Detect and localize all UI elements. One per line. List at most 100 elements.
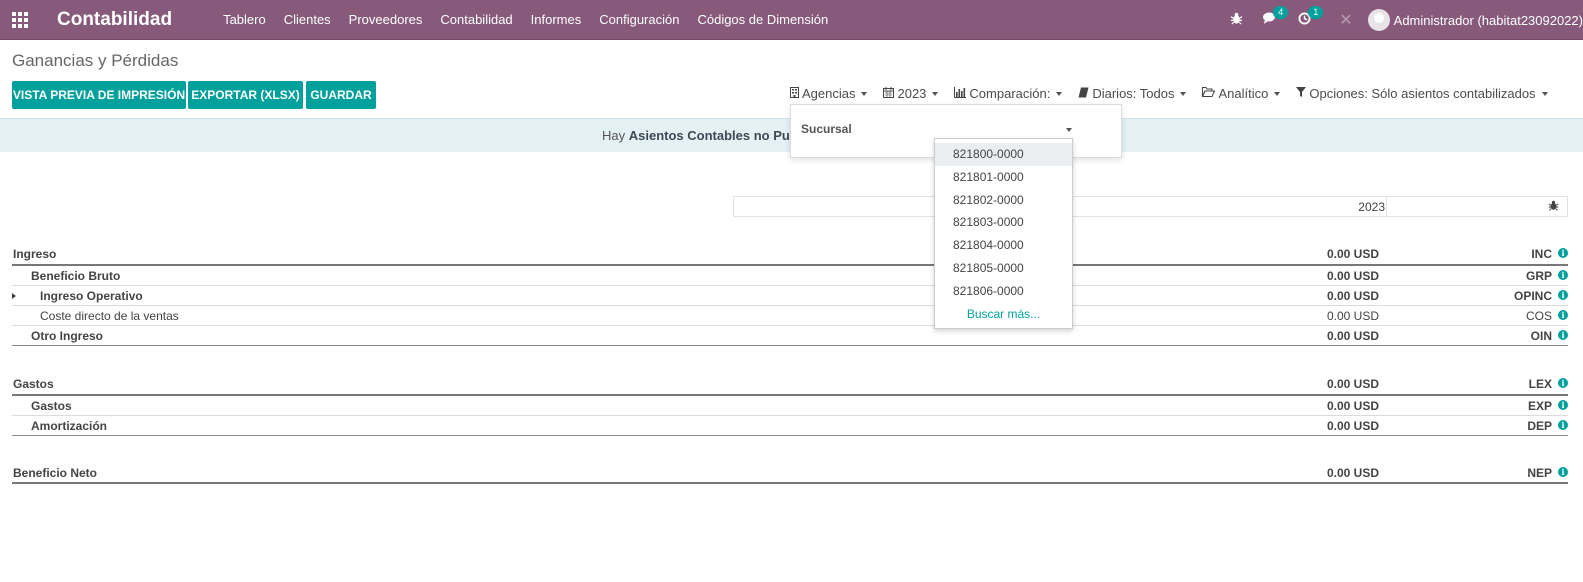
report-row-ingreso[interactable]: Ingreso 0.00 USD INC i xyxy=(12,244,1568,266)
dropdown-option[interactable]: 821802-0000 xyxy=(935,189,1072,212)
dropdown-option[interactable]: 821805-0000 xyxy=(935,257,1072,280)
search-more-link[interactable]: Buscar más... xyxy=(935,303,1072,325)
top-navbar: Contabilidad Tablero Clientes Proveedore… xyxy=(0,0,1583,40)
filter-analytic-label: Analítico xyxy=(1218,86,1269,101)
main-menu: Tablero Clientes Proveedores Contabilida… xyxy=(214,12,837,27)
row-label: Beneficio Neto xyxy=(13,466,98,480)
menu-item-informes[interactable]: Informes xyxy=(522,12,591,27)
report-row-gastos[interactable]: Gastos 0.00 USD EXP i xyxy=(12,396,1568,416)
app-title[interactable]: Contabilidad xyxy=(57,9,172,31)
comments-icon[interactable]: 4 xyxy=(1263,6,1289,28)
menu-item-contabilidad[interactable]: Contabilidad xyxy=(431,12,521,27)
report-row-ingreso-operativo[interactable]: Ingreso Operativo 0.00 USD OPINC i xyxy=(12,286,1568,306)
dropdown-option[interactable]: 821806-0000 xyxy=(935,280,1072,303)
menu-item-clientes[interactable]: Clientes xyxy=(275,12,340,27)
row-code: NEP xyxy=(1527,466,1552,480)
report-row-beneficio-neto[interactable]: Beneficio Neto 0.00 USD NEP i xyxy=(12,463,1568,484)
bug-icon[interactable] xyxy=(1230,12,1243,28)
alert-prefix: Hay xyxy=(602,128,629,143)
info-circle-icon[interactable]: i xyxy=(1558,467,1568,477)
save-button[interactable]: GUARDAR xyxy=(306,81,376,109)
caret-right-icon[interactable] xyxy=(12,293,16,299)
row-label: Ingreso xyxy=(13,247,57,261)
messages-badge: 4 xyxy=(1273,6,1289,19)
filter-options-label: Opciones: Sólo asientos contabilizados xyxy=(1309,86,1536,101)
branch-autocomplete-dropdown: 821800-0000 821801-0000 821802-0000 8218… xyxy=(934,138,1073,329)
filter-comparison-label: Comparación: xyxy=(969,86,1051,101)
report-filters: Agencias 2023 Comparación: Diarios: Todo… xyxy=(790,86,1564,101)
row-amount: 0.00 USD xyxy=(1326,399,1379,413)
user-menu[interactable]: Administrador (habitat23092022) xyxy=(1394,13,1583,28)
info-circle-icon[interactable]: i xyxy=(1558,378,1568,388)
menu-item-configuracion[interactable]: Configuración xyxy=(590,12,688,27)
menu-item-proveedores[interactable]: Proveedores xyxy=(340,12,432,27)
row-label: Otro Ingreso xyxy=(31,329,104,343)
apps-grid-icon[interactable] xyxy=(0,0,40,40)
bug-icon[interactable] xyxy=(1548,200,1559,214)
page-title: Ganancias y Pérdidas xyxy=(12,51,179,70)
chevron-down-icon xyxy=(1056,91,1063,96)
column-divider xyxy=(1386,197,1387,216)
navbar-systray: 4 1 ✕ Administrador (habitat23092022) xyxy=(1220,0,1583,40)
report-row-otro-ingreso[interactable]: Otro Ingreso 0.00 USD OIN i xyxy=(12,326,1568,346)
row-label: Beneficio Bruto xyxy=(31,269,121,283)
folder-open-icon xyxy=(1202,87,1216,100)
filter-icon xyxy=(1296,87,1307,100)
calendar-icon xyxy=(883,86,895,101)
filter-options[interactable]: Opciones: Sólo asientos contabilizados xyxy=(1296,86,1548,101)
export-xlsx-button[interactable]: EXPORTAR (XLSX) xyxy=(188,81,303,109)
filter-comparison[interactable]: Comparación: xyxy=(954,86,1063,101)
print-preview-button[interactable]: VISTA PREVIA DE IMPRESIÓN xyxy=(12,81,186,109)
menu-item-tablero[interactable]: Tablero xyxy=(214,12,275,27)
row-code: GRP xyxy=(1525,269,1552,283)
chevron-down-icon xyxy=(932,91,939,96)
row-code: COS xyxy=(1525,309,1552,323)
info-circle-icon[interactable]: i xyxy=(1558,420,1568,430)
building-icon xyxy=(790,86,799,101)
filter-agencies-label: Agencias xyxy=(802,86,856,101)
dropdown-option[interactable]: 821803-0000 xyxy=(935,211,1072,234)
row-code: EXP xyxy=(1527,399,1552,413)
row-code: LEX xyxy=(1528,377,1552,391)
row-code: OIN xyxy=(1530,329,1552,343)
row-amount: 0.00 USD xyxy=(1326,309,1379,323)
filter-agencies[interactable]: Agencias xyxy=(790,86,868,101)
info-circle-icon[interactable]: i xyxy=(1558,270,1568,280)
chevron-down-icon[interactable] xyxy=(1066,128,1072,132)
row-amount: 0.00 USD xyxy=(1326,419,1379,433)
row-code: INC xyxy=(1531,247,1552,261)
filter-year[interactable]: 2023 xyxy=(883,86,939,101)
chevron-down-icon xyxy=(1541,91,1548,96)
dropdown-option[interactable]: 821801-0000 xyxy=(935,166,1072,189)
book-icon xyxy=(1078,87,1089,101)
row-amount: 0.00 USD xyxy=(1326,269,1379,283)
row-label: Coste directo de la ventas xyxy=(40,309,179,323)
row-amount: 0.00 USD xyxy=(1326,466,1379,480)
row-amount: 0.00 USD xyxy=(1326,289,1379,303)
row-label: Gastos xyxy=(13,377,54,391)
column-year: 2023 xyxy=(1358,200,1385,214)
activities-badge: 1 xyxy=(1308,6,1324,19)
report-row-gastos-total[interactable]: Gastos 0.00 USD LEX i xyxy=(12,374,1568,396)
row-amount: 0.00 USD xyxy=(1326,377,1379,391)
row-amount: 0.00 USD xyxy=(1326,247,1379,261)
bar-chart-icon xyxy=(954,86,967,101)
filter-analytic[interactable]: Analítico xyxy=(1202,86,1281,101)
filter-journals[interactable]: Diarios: Todos xyxy=(1078,86,1187,101)
dropdown-option[interactable]: 821800-0000 xyxy=(935,143,1072,166)
info-circle-icon[interactable]: i xyxy=(1558,290,1568,300)
clock-icon[interactable]: 1 xyxy=(1298,6,1324,28)
close-icon[interactable]: ✕ xyxy=(1339,10,1352,30)
dropdown-option[interactable]: 821804-0000 xyxy=(935,234,1072,257)
info-circle-icon[interactable]: i xyxy=(1558,310,1568,320)
report-row-coste-directo[interactable]: Coste directo de la ventas 0.00 USD COS … xyxy=(12,306,1568,326)
info-circle-icon[interactable]: i xyxy=(1558,248,1568,258)
menu-item-codigos-dimension[interactable]: Códigos de Dimensión xyxy=(688,12,837,27)
avatar[interactable] xyxy=(1367,9,1390,31)
report-row-beneficio-bruto[interactable]: Beneficio Bruto 0.00 USD GRP i xyxy=(12,266,1568,286)
info-circle-icon[interactable]: i xyxy=(1558,330,1568,340)
filter-journals-label: Diarios: Todos xyxy=(1092,86,1175,101)
report-row-amortizacion[interactable]: Amortización 0.00 USD DEP i xyxy=(12,416,1568,436)
row-code: OPINC xyxy=(1513,289,1552,303)
info-circle-icon[interactable]: i xyxy=(1558,400,1568,410)
